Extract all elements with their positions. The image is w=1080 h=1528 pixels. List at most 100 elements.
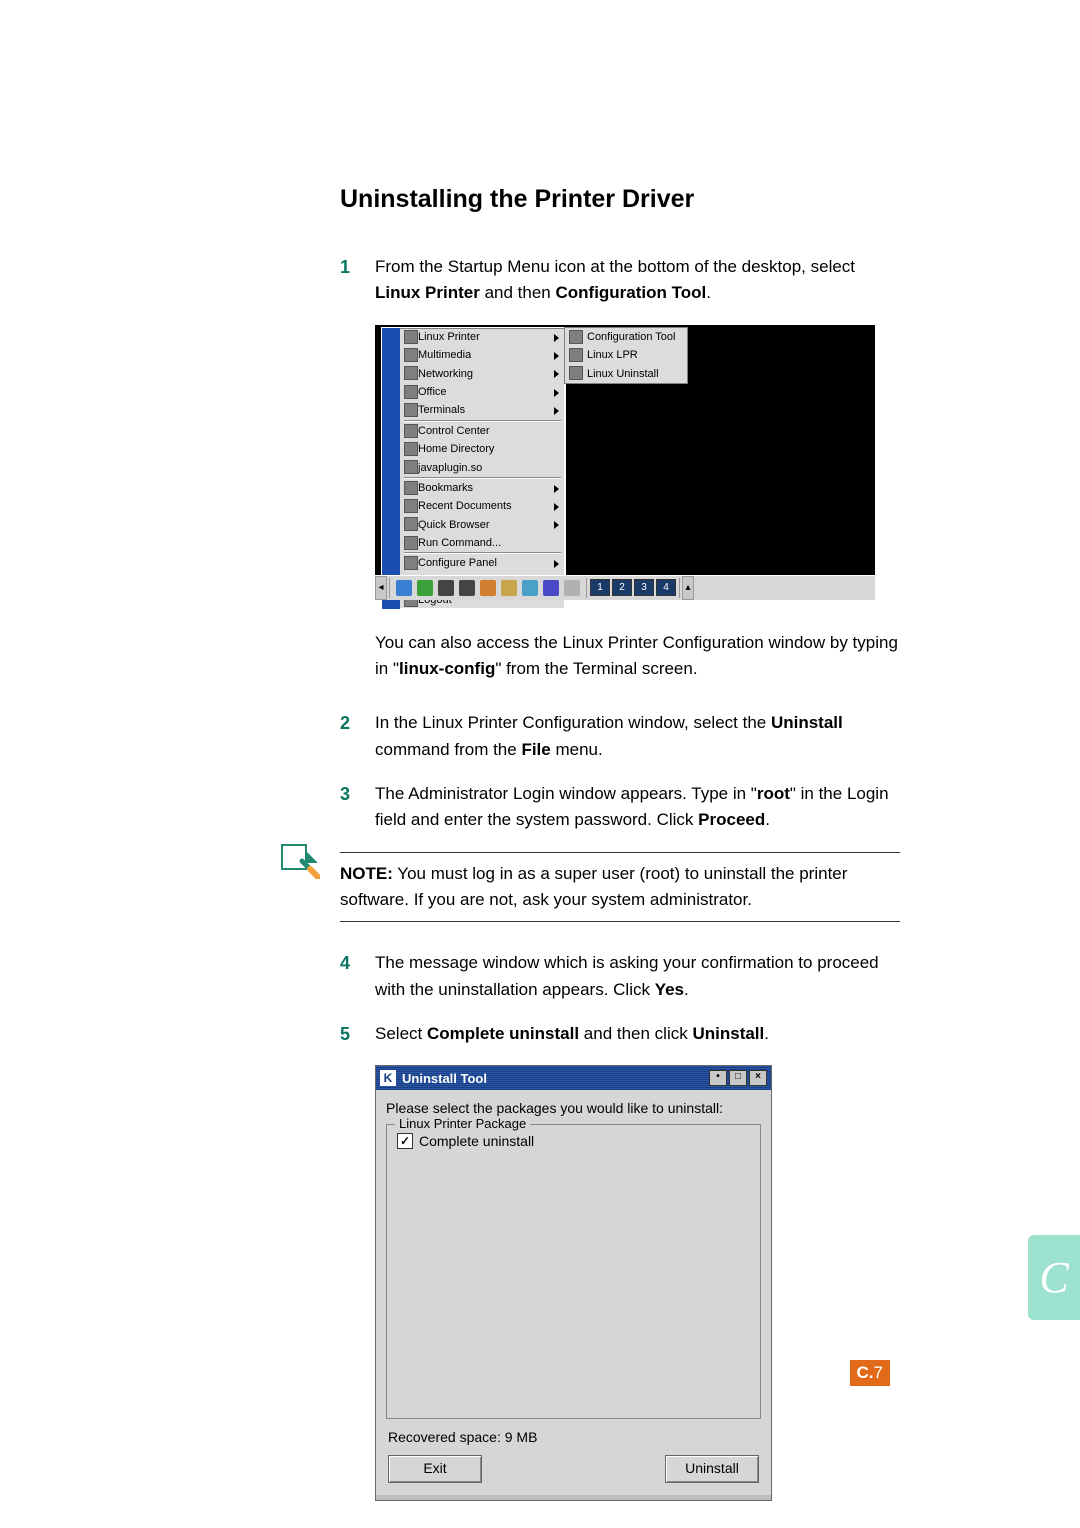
page-number: C.7 (850, 1360, 890, 1386)
terminal-icon (404, 403, 418, 417)
taskbar-icon[interactable] (543, 580, 559, 596)
menu-item-terminals[interactable]: Terminals (382, 401, 565, 419)
step-2: 2 In the Linux Printer Configuration win… (340, 710, 900, 763)
taskbar-icon[interactable] (417, 580, 433, 596)
step-2-number: 2 (340, 710, 350, 738)
dialog-titlebar: K Uninstall Tool • □ × (376, 1066, 771, 1090)
submenu-item-configuration-tool[interactable]: Configuration Tool (565, 328, 687, 346)
dialog-prompt: Please select the packages you would lik… (386, 1100, 761, 1116)
step-5-text-c: . (764, 1024, 769, 1043)
menu-item-quick-browser[interactable]: Quick Browser (382, 515, 565, 533)
step-1-continuation: You can also access the Linux Printer Co… (340, 630, 900, 683)
start-menu: Linux Printer Multimedia Networking Offi… (381, 327, 566, 611)
taskbar-separator (586, 578, 587, 598)
taskbar-arrow-left[interactable]: ◂ (375, 576, 387, 600)
step-3-number: 3 (340, 781, 350, 809)
taskbar-icon[interactable] (501, 580, 517, 596)
panel-icon (404, 556, 418, 570)
minimize-button[interactable]: • (709, 1070, 727, 1086)
menu-item-office[interactable]: Office (382, 383, 565, 401)
menu-item-home-directory[interactable]: Home Directory (382, 440, 565, 458)
taskbar: ◂ 1 2 3 4 ▴ (375, 575, 875, 600)
checkbox-checked-icon[interactable]: ✓ (397, 1133, 413, 1149)
menu-item-configure-panel[interactable]: Configure Panel (382, 554, 565, 572)
step-5: 5 Select Complete uninstall and then cli… (340, 1021, 900, 1047)
kde-logo-icon: K (380, 1070, 396, 1086)
uninstall-button[interactable]: Uninstall (665, 1455, 759, 1483)
screenshot-uninstall-tool: K Uninstall Tool • □ × Please select the… (375, 1065, 772, 1501)
menu-item-control-center[interactable]: Control Center (382, 422, 565, 440)
taskbar-icon[interactable] (564, 580, 580, 596)
menu-item-label: Multimedia (418, 349, 471, 361)
step-4-text-b: . (684, 980, 689, 999)
browser-icon (404, 517, 418, 531)
menu-item-label: Office (418, 386, 447, 398)
menu-item-javaplugin[interactable]: javaplugin.so (382, 458, 565, 476)
desktop-pager-3[interactable]: 3 (634, 579, 654, 596)
note-text: You must log in as a super user (root) t… (340, 864, 847, 909)
office-icon (404, 385, 418, 399)
menu-item-recent-documents[interactable]: Recent Documents (382, 497, 565, 515)
section-heading: Uninstalling the Printer Driver (340, 185, 900, 214)
step-2-text-b: command from the (375, 740, 521, 759)
file-icon (404, 460, 418, 474)
dialog-title: Uninstall Tool (402, 1071, 487, 1086)
close-button[interactable]: × (749, 1070, 767, 1086)
maximize-button[interactable]: □ (729, 1070, 747, 1086)
desktop-pager-4[interactable]: 4 (656, 579, 676, 596)
package-groupbox: Linux Printer Package ✓ Complete uninsta… (386, 1124, 761, 1419)
menu-item-linux-printer[interactable]: Linux Printer (382, 328, 565, 346)
continuation-text-b: " from the Terminal screen. (495, 659, 697, 678)
menu-item-bookmarks[interactable]: Bookmarks (382, 479, 565, 497)
menu-item-label: Quick Browser (418, 519, 490, 531)
recent-icon (404, 499, 418, 513)
taskbar-icon[interactable] (396, 580, 412, 596)
taskbar-launchers (396, 580, 580, 596)
step-2-bold-b: File (521, 740, 550, 759)
networking-icon (404, 366, 418, 380)
step-3-bold-a: root (757, 784, 790, 803)
desktop-pager-2[interactable]: 2 (612, 579, 632, 596)
note-icon (280, 839, 320, 879)
step-3-text-a: The Administrator Login window appears. … (375, 784, 757, 803)
bookmark-icon (404, 481, 418, 495)
control-center-icon (404, 424, 418, 438)
menu-item-run-command[interactable]: Run Command... (382, 534, 565, 552)
screenshot-kde-menu: Linux Printer Multimedia Networking Offi… (375, 325, 875, 600)
step-4-text-a: The message window which is asking your … (375, 953, 879, 998)
lpr-icon (569, 348, 583, 362)
continuation-bold-a: linux-config (399, 659, 495, 678)
option-complete-uninstall[interactable]: ✓ Complete uninstall (397, 1133, 750, 1149)
horizontal-scrollbar[interactable] (376, 1495, 771, 1500)
note-block: NOTE: You must log in as a super user (r… (340, 852, 900, 923)
submenu-item-linux-uninstall[interactable]: Linux Uninstall (565, 364, 687, 382)
menu-item-label: javaplugin.so (418, 462, 482, 474)
note-label: NOTE: (340, 864, 393, 883)
menu-item-label: Bookmarks (418, 482, 473, 494)
taskbar-icon[interactable] (522, 580, 538, 596)
uninstall-icon (569, 366, 583, 380)
step-1-text-b: and then (480, 283, 556, 302)
multimedia-icon (404, 348, 418, 362)
taskbar-icon[interactable] (438, 580, 454, 596)
menu-item-label: Linux Printer (418, 331, 480, 343)
step-3: 3 The Administrator Login window appears… (340, 781, 900, 834)
step-1-text-c: . (706, 283, 711, 302)
desktop-pager-1[interactable]: 1 (590, 579, 610, 596)
step-3-bold-b: Proceed (698, 810, 765, 829)
page-number-prefix: C. (857, 1363, 874, 1382)
submenu-item-linux-lpr[interactable]: Linux LPR (565, 346, 687, 364)
step-1: 1 From the Startup Menu icon at the bott… (340, 254, 900, 307)
menu-item-multimedia[interactable]: Multimedia (382, 346, 565, 364)
menu-item-networking[interactable]: Networking (382, 364, 565, 382)
exit-button[interactable]: Exit (388, 1455, 482, 1483)
menu-item-label: Run Command... (418, 537, 501, 549)
config-tool-icon (569, 330, 583, 344)
taskbar-icon[interactable] (480, 580, 496, 596)
step-5-number: 5 (340, 1021, 350, 1049)
appendix-tab: C (1028, 1235, 1080, 1320)
step-5-bold-b: Uninstall (692, 1024, 764, 1043)
menu-item-label: Networking (418, 368, 473, 380)
taskbar-icon[interactable] (459, 580, 475, 596)
taskbar-arrow-up[interactable]: ▴ (682, 576, 694, 600)
